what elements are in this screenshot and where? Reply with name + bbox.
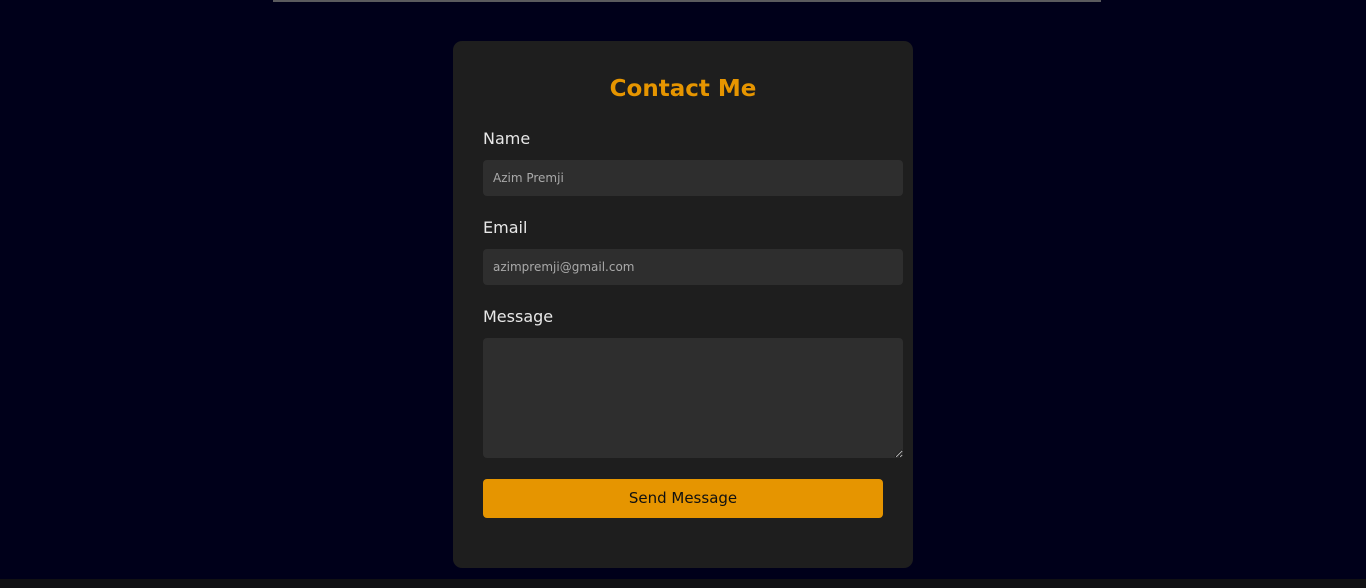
email-input[interactable] (483, 249, 903, 285)
footer-edge (0, 579, 1366, 588)
message-label: Message (483, 307, 554, 326)
message-textarea[interactable] (483, 338, 903, 458)
name-input[interactable] (483, 160, 903, 196)
email-label: Email (483, 218, 528, 237)
send-message-button[interactable]: Send Message (483, 479, 883, 518)
page-title: Contact Me (609, 76, 757, 102)
name-label: Name (483, 129, 531, 148)
top-divider (273, 0, 1101, 2)
